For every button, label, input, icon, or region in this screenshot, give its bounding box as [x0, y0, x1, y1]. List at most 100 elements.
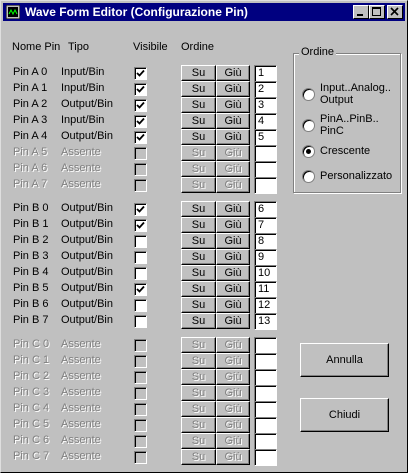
- order-field[interactable]: 3: [254, 97, 277, 114]
- move-up-button: Su: [181, 401, 216, 417]
- visible-checkbox: [134, 403, 147, 416]
- order-field: [254, 433, 277, 450]
- visible-checkbox[interactable]: [134, 299, 147, 312]
- pin-row: Pin B 2 Output/Bin Su Giù 8: [1, 233, 291, 250]
- visible-checkbox: [134, 355, 147, 368]
- move-down-button[interactable]: Giù: [216, 217, 250, 233]
- pin-name: Pin C 5: [13, 418, 50, 430]
- order-field[interactable]: 6: [254, 201, 277, 218]
- order-field[interactable]: 9: [254, 249, 277, 266]
- visible-checkbox[interactable]: [134, 115, 147, 128]
- move-up-button[interactable]: Su: [181, 81, 216, 97]
- order-radio-label[interactable]: Input..Analog.. Output: [320, 82, 391, 106]
- maximize-button[interactable]: [369, 5, 385, 19]
- order-field[interactable]: 10: [254, 265, 277, 282]
- move-up-button[interactable]: Su: [181, 201, 216, 217]
- pin-name: Pin A 3: [13, 114, 48, 126]
- pin-row: Pin B 0 Output/Bin Su Giù 6: [1, 201, 291, 218]
- move-down-button[interactable]: Giù: [216, 233, 250, 249]
- move-down-button: Giù: [216, 369, 250, 385]
- title-bar[interactable]: Wave Form Editor (Configurazione Pin): [3, 3, 405, 21]
- pin-type: Output/Bin: [61, 218, 113, 230]
- visible-checkbox[interactable]: [134, 203, 147, 216]
- move-up-button[interactable]: Su: [181, 129, 216, 145]
- move-down-button[interactable]: Giù: [216, 313, 250, 329]
- order-field: [254, 337, 277, 354]
- visible-checkbox[interactable]: [134, 219, 147, 232]
- order-field[interactable]: 12: [254, 297, 277, 314]
- header-type: Tipo: [68, 41, 89, 53]
- move-up-button[interactable]: Su: [181, 297, 216, 313]
- move-down-button[interactable]: Giù: [216, 129, 250, 145]
- pin-row: Pin A 2 Output/Bin Su Giù 3: [1, 97, 291, 114]
- visible-checkbox: [134, 179, 147, 192]
- order-field[interactable]: 13: [254, 313, 277, 330]
- move-up-button[interactable]: Su: [181, 233, 216, 249]
- move-down-button[interactable]: Giù: [216, 297, 250, 313]
- pin-row: Pin A 1 Input/Bin Su Giù 2: [1, 81, 291, 98]
- visible-checkbox[interactable]: [134, 131, 147, 144]
- pin-row: Pin B 5 Output/Bin Su Giù 11: [1, 281, 291, 298]
- visible-checkbox[interactable]: [134, 83, 147, 96]
- visible-checkbox[interactable]: [134, 283, 147, 296]
- cancel-button[interactable]: Annulla: [300, 343, 389, 377]
- order-field[interactable]: 7: [254, 217, 277, 234]
- move-down-button: Giù: [216, 337, 250, 353]
- move-down-button: Giù: [216, 385, 250, 401]
- move-down-button[interactable]: Giù: [216, 201, 250, 217]
- move-down-button[interactable]: Giù: [216, 81, 250, 97]
- order-radio-label[interactable]: PinA..PinB.. PinC: [320, 113, 379, 137]
- minimize-button[interactable]: [353, 5, 369, 19]
- order-radio[interactable]: [302, 170, 315, 183]
- move-down-button[interactable]: Giù: [216, 281, 250, 297]
- move-down-button[interactable]: Giù: [216, 113, 250, 129]
- order-field: [254, 353, 277, 370]
- order-field[interactable]: 5: [254, 129, 277, 146]
- order-field[interactable]: 1: [254, 65, 277, 82]
- pin-type: Output/Bin: [61, 314, 113, 326]
- order-radio-label[interactable]: Personalizzato: [320, 170, 392, 182]
- move-up-button[interactable]: Su: [181, 313, 216, 329]
- move-up-button[interactable]: Su: [181, 281, 216, 297]
- move-up-button[interactable]: Su: [181, 113, 216, 129]
- close-dialog-button[interactable]: Chiudi: [300, 398, 389, 432]
- move-down-button[interactable]: Giù: [216, 265, 250, 281]
- order-radio[interactable]: [302, 119, 315, 132]
- order-radio-label[interactable]: Crescente: [320, 145, 370, 157]
- maximize-icon: [372, 7, 381, 16]
- move-down-button[interactable]: Giù: [216, 65, 250, 81]
- move-up-button[interactable]: Su: [181, 249, 216, 265]
- visible-checkbox[interactable]: [134, 235, 147, 248]
- order-radio[interactable]: [302, 145, 315, 158]
- move-up-button[interactable]: Su: [181, 265, 216, 281]
- move-down-button[interactable]: Giù: [216, 97, 250, 113]
- order-field: [254, 145, 277, 162]
- visible-checkbox[interactable]: [134, 315, 147, 328]
- move-down-button: Giù: [216, 417, 250, 433]
- visible-checkbox[interactable]: [134, 267, 147, 280]
- order-field[interactable]: 8: [254, 233, 277, 250]
- pin-name: Pin A 1: [13, 82, 48, 94]
- move-down-button[interactable]: Giù: [216, 249, 250, 265]
- move-up-button[interactable]: Su: [181, 217, 216, 233]
- check-icon: [136, 117, 145, 125]
- order-field[interactable]: 11: [254, 281, 277, 298]
- move-down-button: Giù: [216, 145, 250, 161]
- order-radio[interactable]: [302, 88, 315, 101]
- pin-row: Pin A 5 Assente Su Giù: [1, 145, 291, 162]
- visible-checkbox[interactable]: [134, 99, 147, 112]
- visible-checkbox[interactable]: [134, 251, 147, 264]
- pin-type: Output/Bin: [61, 130, 113, 142]
- close-icon: [390, 7, 399, 16]
- pin-type: Assente: [61, 338, 101, 350]
- visible-checkbox[interactable]: [134, 67, 147, 80]
- visible-checkbox: [134, 371, 147, 384]
- pin-name: Pin B 6: [13, 298, 49, 310]
- move-up-button: Su: [181, 433, 216, 449]
- close-button[interactable]: [387, 5, 403, 19]
- move-up-button[interactable]: Su: [181, 65, 216, 81]
- pin-type: Assente: [61, 402, 101, 414]
- move-up-button[interactable]: Su: [181, 97, 216, 113]
- order-field[interactable]: 4: [254, 113, 277, 130]
- order-field[interactable]: 2: [254, 81, 277, 98]
